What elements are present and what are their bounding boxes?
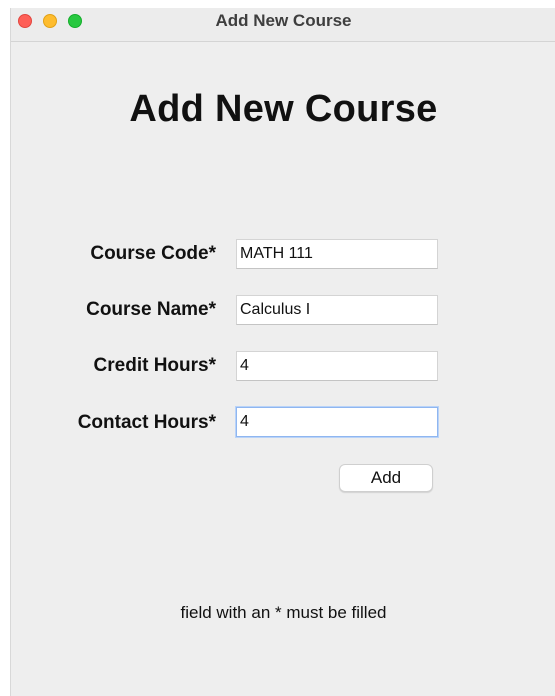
credit-hours-input[interactable]	[236, 351, 438, 381]
add-button[interactable]: Add	[339, 464, 433, 492]
title-bar[interactable]: Add New Course	[11, 8, 555, 42]
form-panel: Add New Course Course Code* Course Name*…	[11, 42, 555, 696]
required-fields-note: field with an * must be filled	[180, 603, 387, 622]
contact-hours-input[interactable]	[236, 407, 438, 437]
course-name-label: Course Name*	[86, 299, 216, 320]
app-window: Add New Course Add New Course Course Cod…	[10, 8, 555, 696]
course-code-label: Course Code*	[90, 243, 216, 264]
credit-hours-label: Credit Hours*	[93, 355, 216, 376]
contact-hours-label: Contact Hours*	[77, 412, 216, 433]
course-code-input[interactable]	[236, 239, 438, 269]
window-title: Add New Course	[215, 11, 352, 30]
course-name-input[interactable]	[236, 295, 438, 325]
page-title: Add New Course	[129, 88, 438, 130]
